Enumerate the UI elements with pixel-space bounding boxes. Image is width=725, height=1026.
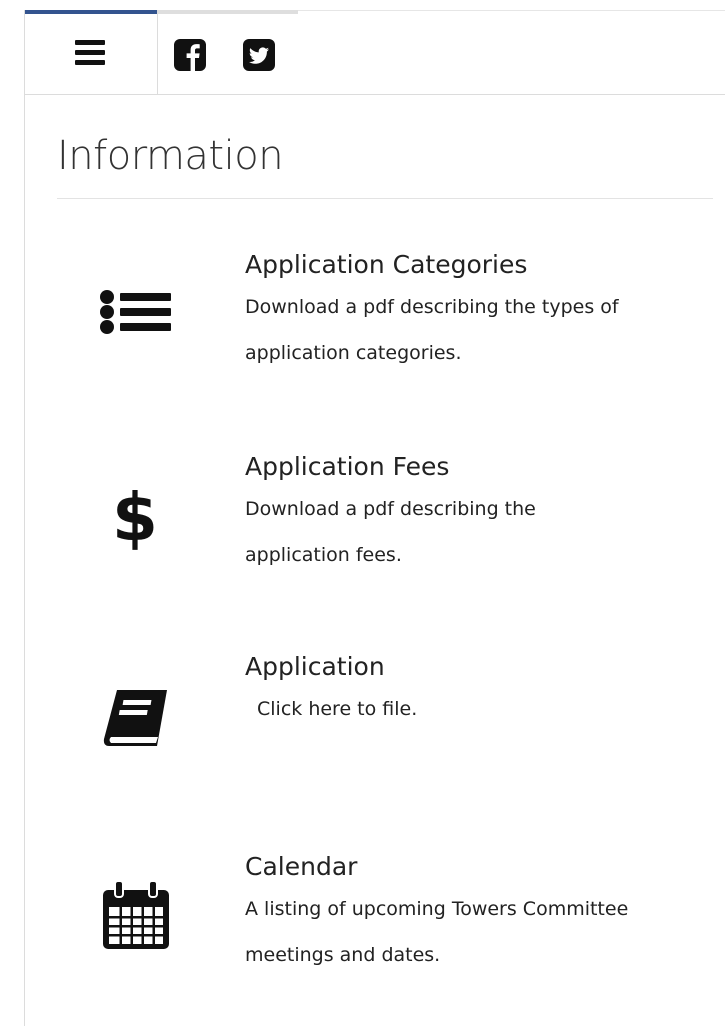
item-heading-link[interactable]: Application [245, 650, 385, 684]
item-heading-link[interactable]: Application Categories [245, 248, 527, 282]
twitter-icon[interactable] [243, 39, 275, 71]
calendar-icon [95, 876, 175, 956]
header-bar [25, 10, 725, 95]
bars-icon [75, 40, 105, 70]
item-description: A listing of upcoming Towers Committee m… [245, 898, 629, 966]
dollar-icon: $ [95, 474, 175, 556]
item-heading-link[interactable]: Calendar [245, 850, 357, 884]
page-title: Information [57, 133, 284, 179]
title-divider [57, 198, 713, 199]
menu-toggle-button[interactable] [25, 10, 157, 94]
item-description: Download a pdf describing the applicatio… [245, 498, 536, 566]
page: Information Application Categories Downl… [0, 0, 725, 1026]
social-links [158, 10, 298, 94]
header-bottom-divider [25, 94, 725, 95]
item-description[interactable]: Click here to file. [257, 686, 725, 732]
facebook-icon[interactable] [174, 39, 206, 71]
book-icon [95, 680, 175, 760]
item-heading-link[interactable]: Application Fees [245, 450, 449, 484]
list-icon [95, 278, 175, 358]
item-description: Download a pdf describing the types of a… [245, 296, 619, 364]
svg-text:$: $ [112, 479, 158, 554]
left-border [24, 10, 25, 1026]
